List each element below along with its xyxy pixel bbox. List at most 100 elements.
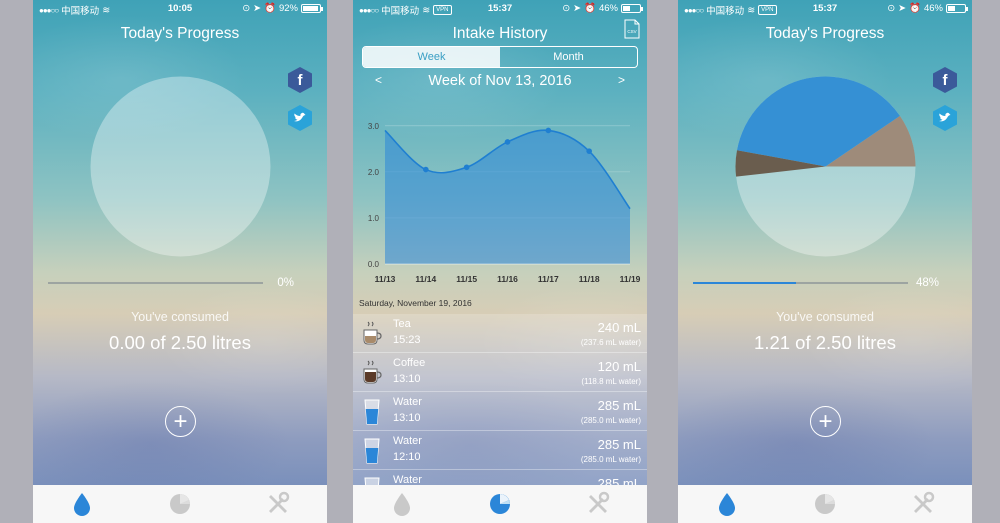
list-item[interactable]: Coffee 13:10 120 mL (118.8 mL water) (353, 353, 647, 392)
y-tick-label: 0.0 (368, 260, 380, 269)
battery-icon (621, 4, 643, 13)
page-title: Intake History (452, 25, 548, 42)
x-tick-label: 11/13 (375, 274, 396, 284)
x-tick-label: 11/17 (538, 274, 559, 284)
pie-chart-icon (815, 494, 835, 514)
plus-icon: + (173, 407, 188, 435)
water-drop-icon (394, 493, 410, 516)
add-drink-button[interactable]: + (810, 406, 841, 437)
water-drop-icon (719, 493, 735, 516)
battery-percent: 46% (598, 3, 618, 14)
tea-cup-icon (363, 321, 382, 345)
entry-name: Tea (393, 318, 411, 330)
x-tick-label: 11/15 (456, 274, 477, 284)
facebook-button[interactable]: f (931, 66, 959, 94)
tab-history[interactable] (776, 485, 874, 523)
battery-icon (946, 4, 968, 13)
tab-settings[interactable] (229, 485, 327, 523)
tab-settings[interactable] (549, 485, 647, 523)
battery-percent: 46% (923, 3, 943, 14)
water-glass-icon (364, 438, 380, 464)
x-tick-label: 11/18 (579, 274, 600, 284)
alarm-icon: ⏰ (584, 3, 596, 14)
plus-icon: + (818, 407, 833, 435)
phone-today-progress-partial: ●●●○○ 中国移动 ≋ VPN 15:37 ⊙ ➤ ⏰ 46% Today's Progr… (678, 0, 972, 523)
tab-today[interactable] (353, 485, 451, 523)
list-item[interactable]: Water 13:10 285 mL (285.0 mL water) (353, 392, 647, 431)
add-drink-button[interactable]: + (165, 406, 196, 437)
intake-chart: 0.0 1.0 2.0 3.0 11/13 11/14 11/15 11/16 11/17 11/… (368, 122, 641, 284)
x-tick-label: 11/19 (620, 274, 641, 284)
x-tick-label: 11/14 (415, 274, 436, 284)
progress-pie (735, 76, 916, 257)
svg-text:CSV: CSV (627, 29, 636, 34)
entry-time: 13:10 (393, 412, 421, 424)
date-header: Saturday, November 19, 2016 (359, 298, 472, 308)
twitter-bird-icon (933, 105, 957, 131)
entry-time: 13:10 (393, 373, 421, 385)
y-tick-label: 1.0 (368, 214, 380, 223)
location-icon: ➤ (253, 3, 262, 14)
entry-name: Coffee (393, 357, 426, 369)
next-week-button[interactable]: > (618, 73, 625, 87)
status-bar: ●●●○○ 中国移动 ≋ 10:05 ⊙ ➤ ⏰ 92% (33, 0, 327, 18)
tab-week[interactable]: Week (363, 47, 500, 67)
lock-icon: ⊙ (562, 3, 571, 14)
phone-intake-history: ●●●○○ 中国移动 ≋ VPN 15:37 ⊙ ➤ ⏰ 46% Intake Histor… (353, 0, 647, 523)
battery-icon (301, 4, 323, 13)
pie-chart-icon (170, 494, 190, 514)
twitter-button[interactable] (286, 104, 314, 132)
facebook-icon: f (297, 71, 303, 89)
lock-icon: ⊙ (887, 3, 896, 14)
csv-export-icon[interactable]: CSV (624, 19, 640, 39)
x-tick-label: 11/16 (497, 274, 518, 284)
tab-history[interactable] (131, 485, 229, 523)
consumed-label: You've consumed (776, 310, 874, 324)
entry-amount: 120 mL (597, 359, 641, 374)
coffee-cup-icon (363, 360, 382, 384)
data-point (504, 139, 511, 145)
week-label: Week of Nov 13, 2016 (428, 73, 572, 89)
tools-icon (914, 491, 935, 513)
alarm-icon: ⏰ (264, 3, 276, 14)
tab-bar (678, 485, 972, 523)
page-title: Today's Progress (120, 25, 240, 42)
data-point (586, 148, 592, 154)
phone-today-progress-empty: ●●●○○ 中国移动 ≋ 10:05 ⊙ ➤ ⏰ 92% Today's Progress… (33, 0, 327, 523)
tab-today[interactable] (678, 485, 776, 523)
status-bar: ●●●○○ 中国移动 ≋ VPN 15:37 ⊙ ➤ ⏰ 46% (678, 0, 972, 18)
tools-icon (269, 491, 290, 513)
data-point (463, 164, 470, 171)
tab-month[interactable]: Month (500, 47, 637, 67)
pie-chart-icon (490, 494, 510, 514)
tools-icon (589, 491, 610, 513)
progress-circle (90, 76, 271, 257)
entry-list: Tea 15:23 240 mL (237.6 mL water) Coffee 13:1… (353, 314, 647, 509)
twitter-button[interactable] (931, 104, 959, 132)
entry-amount: 285 mL (597, 437, 641, 452)
lock-icon: ⊙ (242, 3, 251, 14)
status-bar: ●●●○○ 中国移动 ≋ VPN 15:37 ⊙ ➤ ⏰ 46% (353, 0, 647, 18)
consumed-value: 0.00 of 2.50 litres (109, 332, 251, 353)
progress-bar (693, 282, 908, 284)
list-item[interactable]: Tea 15:23 240 mL (237.6 mL water) (353, 314, 647, 353)
entry-water-equivalent: (237.6 mL water) (580, 338, 641, 347)
tab-settings[interactable] (874, 485, 972, 523)
progress-bar (48, 282, 263, 284)
entry-time: 15:23 (393, 334, 421, 346)
area-fill (385, 130, 630, 264)
tab-today[interactable] (33, 485, 131, 523)
period-segmented-control: Week Month (362, 46, 638, 68)
consumed-value: 1.21 of 2.50 litres (754, 332, 896, 353)
facebook-button[interactable]: f (286, 66, 314, 94)
y-tick-label: 2.0 (368, 168, 380, 177)
location-icon: ➤ (573, 3, 582, 14)
facebook-icon: f (942, 71, 948, 89)
list-item[interactable]: Water 12:10 285 mL (285.0 mL water) (353, 431, 647, 470)
data-point (423, 166, 429, 173)
page-title: Today's Progress (765, 25, 885, 42)
entry-name: Water (393, 435, 422, 447)
entry-amount: 285 mL (597, 398, 641, 413)
tab-history[interactable] (451, 485, 549, 523)
location-icon: ➤ (898, 3, 907, 14)
